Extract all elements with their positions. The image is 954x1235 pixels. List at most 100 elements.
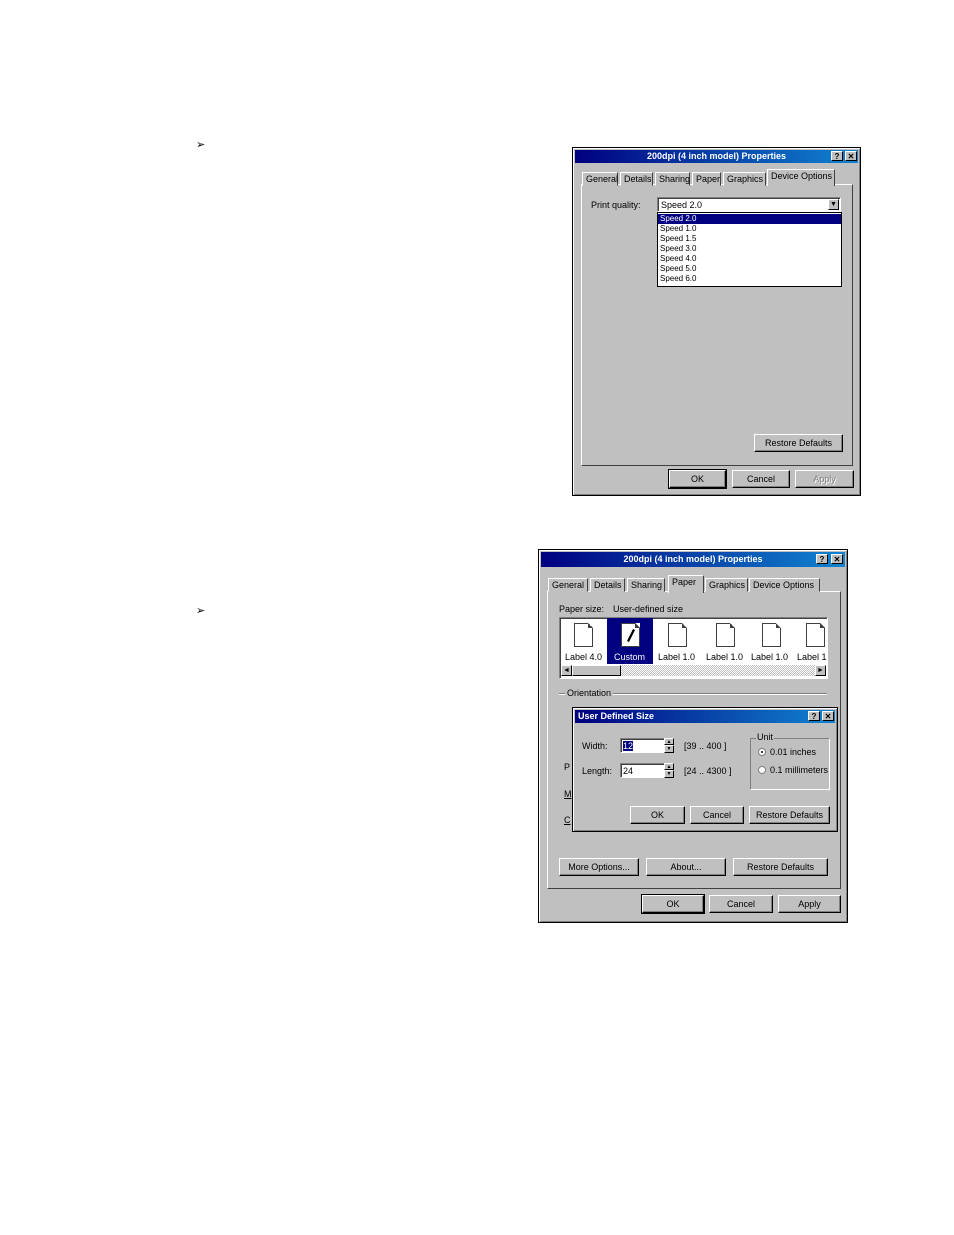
tab-sharing[interactable]: Sharing [655,172,690,186]
tab-paper[interactable]: Paper [668,575,704,593]
tab-details[interactable]: Details [620,172,653,186]
partial-label: M [564,789,572,799]
paper-size-label: Paper size: [559,604,605,614]
print-quality-select[interactable]: Speed 2.0 ▼ [657,197,841,212]
paper-item-label: Label 1.0 [658,652,696,662]
apply-button[interactable]: Apply [778,895,841,913]
tab-graphics[interactable]: Graphics [705,578,748,592]
help-button[interactable]: ? [831,151,843,161]
cancel-button[interactable]: Cancel [690,806,744,824]
ok-button[interactable]: OK [641,894,705,914]
paper-item-selected[interactable]: Custom [607,618,653,664]
dialog-title: User Defined Size [578,711,655,721]
close-button[interactable]: ✕ [831,554,843,564]
properties-dialog-device-options: 200dpi (4 inch model) Properties ? ✕ Gen… [572,147,861,496]
apply-button[interactable]: Apply [795,470,854,488]
tab-device-options[interactable]: Device Options [767,169,835,186]
dropdown-option[interactable]: Speed 6.0 [658,274,841,284]
paper-item[interactable]: Label 1.0 [748,618,795,665]
close-button[interactable]: ✕ [822,711,834,721]
pencil-icon [627,629,635,642]
paper-item-label: Custom [614,652,646,662]
partial-label: P [564,762,571,772]
title-bar: 200dpi (4 inch model) Properties ? ✕ [575,150,858,163]
paper-item[interactable]: Label 4.0 [560,618,607,665]
horizontal-scrollbar[interactable]: ◄ ► [561,665,826,676]
width-label: Width: [582,741,608,751]
radio-inches[interactable] [758,748,766,756]
custom-paper-icon [621,623,640,647]
length-input[interactable]: 24 [620,763,665,778]
help-button[interactable]: ? [808,711,820,721]
title-bar: User Defined Size ? ✕ [575,710,835,723]
spin-up-icon[interactable]: ▲ [664,763,674,770]
ok-button[interactable]: OK [630,806,685,824]
unit-inches-label: 0.01 inches [770,747,817,757]
length-range: [24 .. 4300 ] [684,766,732,776]
spin-up-icon[interactable]: ▲ [664,738,674,745]
print-quality-label: Print quality: [591,200,641,210]
more-options-button[interactable]: More Options... [559,858,639,876]
paper-icon [806,623,825,647]
tab-graphics[interactable]: Graphics [723,172,766,186]
length-value: 24 [623,766,634,776]
paper-icon [762,623,781,647]
dropdown-option[interactable]: Speed 4.0 [658,254,841,264]
close-button[interactable]: ✕ [845,151,857,161]
dropdown-option[interactable]: Speed 1.5 [658,234,841,244]
restore-defaults-button[interactable]: Restore Defaults [749,806,830,824]
unit-group [750,738,830,790]
cancel-button[interactable]: Cancel [732,470,790,488]
bullet-arrow: ➢ [196,139,206,151]
tab-paper[interactable]: Paper [692,172,721,186]
about-button[interactable]: About... [646,858,726,876]
paper-item-label: Label 1 [797,652,827,662]
dialog-title: 200dpi (4 inch model) Properties [623,554,763,564]
paper-list[interactable]: Label 4.0 Custom Label 1.0 Label 1.0 Lab… [559,617,828,679]
dropdown-arrow-icon[interactable]: ▼ [828,199,839,210]
tab-device-options[interactable]: Device Options [749,578,820,592]
width-value: 12 [623,741,634,751]
scroll-thumb[interactable] [572,665,621,676]
width-input[interactable]: 12 [620,738,665,753]
partial-label: C [564,815,571,825]
dropdown-option[interactable]: Speed 5.0 [658,264,841,274]
tab-general[interactable]: General [582,172,618,186]
bullet-arrow: ➢ [196,605,206,617]
dropdown-option[interactable]: Speed 2.0 [658,214,841,224]
tab-details[interactable]: Details [590,578,625,592]
spin-down-icon[interactable]: ▼ [664,770,674,778]
length-label: Length: [582,766,613,776]
paper-item-label: Label 1.0 [706,652,744,662]
user-defined-size-dialog: User Defined Size ? ✕ Width: 12 ▲ ▼ [39 … [572,707,838,832]
title-bar: 200dpi (4 inch model) Properties ? ✕ [541,552,845,567]
restore-defaults-button[interactable]: Restore Defaults [754,434,843,452]
paper-icon [716,623,735,647]
print-quality-dropdown-list: Speed 2.0 Speed 1.0 Speed 1.5 Speed 3.0 … [657,212,842,287]
paper-icon [668,623,687,647]
paper-size-value: User-defined size [613,604,684,614]
dropdown-option[interactable]: Speed 3.0 [658,244,841,254]
tab-general[interactable]: General [548,578,588,592]
paper-item-label: Label 1.0 [751,652,789,662]
cancel-button[interactable]: Cancel [709,895,773,913]
paper-item[interactable]: Label 1 [796,618,827,665]
unit-label: Unit [756,732,775,742]
paper-icon [574,623,593,647]
dialog-title: 200dpi (4 inch model) Properties [646,151,787,161]
print-quality-value: Speed 2.0 [661,200,703,210]
dropdown-option[interactable]: Speed 1.0 [658,224,841,234]
restore-defaults-button[interactable]: Restore Defaults [733,858,828,876]
unit-mm-label: 0.1 millimeters [770,765,829,775]
tab-sharing[interactable]: Sharing [627,578,665,592]
paper-item-label: Label 4.0 [565,652,603,662]
scroll-left-icon[interactable]: ◄ [561,665,572,676]
scroll-right-icon[interactable]: ► [815,665,826,676]
orientation-label: Orientation [565,688,614,698]
ok-button[interactable]: OK [668,469,727,489]
paper-item[interactable]: Label 1.0 [654,618,701,665]
radio-millimeters[interactable] [758,766,766,774]
help-button[interactable]: ? [816,554,828,564]
spin-down-icon[interactable]: ▼ [664,745,674,753]
paper-item[interactable]: Label 1.0 [702,618,749,665]
